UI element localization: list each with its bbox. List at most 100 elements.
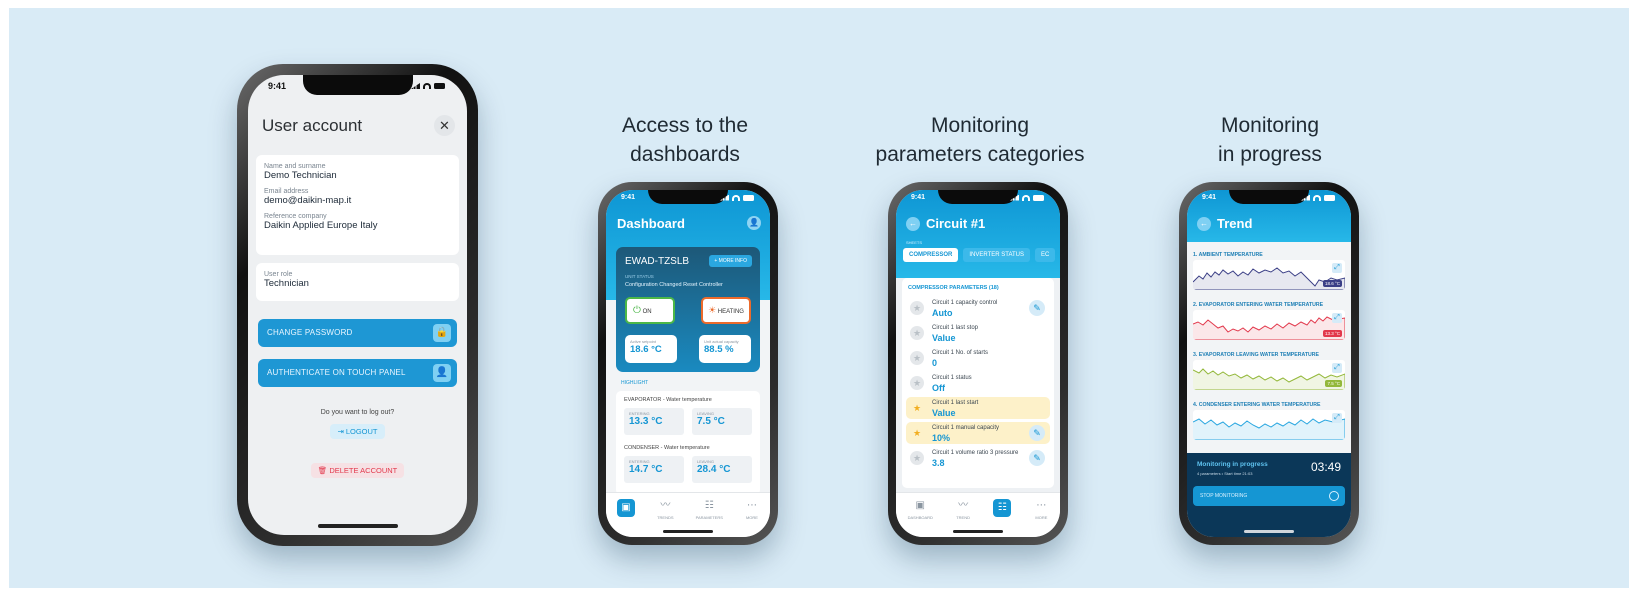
trend-icon: 〰	[660, 500, 671, 511]
param-row-favorite[interactable]: ★ Circuit 1 manual capacity 10% ✎	[906, 422, 1050, 444]
param-row[interactable]: ★ Circuit 1 capacity control Auto ✎	[906, 297, 1050, 319]
battery-icon	[743, 194, 754, 201]
monitoring-timer: 03:49	[1310, 460, 1341, 474]
phone-user-account: 9:41 User account ✕ Name and surname Dem…	[237, 64, 478, 546]
trend-label: 1. AMBIENT TEMPERATURE	[1193, 252, 1263, 258]
param-row[interactable]: ★ Circuit 1 No. of starts 0	[906, 347, 1050, 369]
phone-parameters: 9:41 ← Circuit #1 SHEETS COMPRESSOR INVE…	[888, 182, 1068, 545]
signal-icon	[1010, 194, 1019, 201]
wifi-icon	[423, 83, 431, 89]
trend-label: 2. EVAPORATOR ENTERING WATER TEMPERATURE	[1193, 302, 1324, 308]
trend-chart[interactable]: ⤢ 7.5 °C	[1193, 360, 1345, 390]
caption-monitoring: Monitoring in progress	[1218, 114, 1322, 166]
param-row[interactable]: ★ Circuit 1 last stop Value	[906, 322, 1050, 344]
edit-icon[interactable]: ✎	[1029, 300, 1045, 316]
close-icon[interactable]: ✕	[434, 115, 455, 136]
stop-monitoring-button[interactable]: STOP MONITORING	[1193, 486, 1345, 506]
dashboard-icon: ▣	[915, 500, 925, 511]
caption-dashboards: Access to the dashboards	[621, 114, 749, 166]
star-icon[interactable]: ★	[910, 376, 924, 390]
stop-icon	[1329, 491, 1339, 501]
on-toggle[interactable]: ⏻ ON	[625, 297, 675, 324]
trend-sparkline	[1193, 368, 1345, 390]
logout-question: Do you want to log out?	[320, 409, 395, 416]
trend-value-tag: 7.5 °C	[1325, 380, 1342, 387]
battery-icon	[1324, 194, 1335, 201]
lock-icon: 🔒	[433, 324, 451, 342]
name-value: Demo Technician	[264, 170, 337, 181]
param-row[interactable]: ★ Circuit 1 status Off	[906, 372, 1050, 394]
sun-icon: ☀	[708, 305, 717, 315]
back-arrow-icon[interactable]: ←	[1197, 217, 1211, 231]
nav-parameters[interactable]: ☷	[993, 499, 1012, 519]
condenser-title: CONDENSER - Water temperature	[624, 445, 710, 451]
battery-icon	[434, 83, 445, 89]
trend-chart[interactable]: ⤢ 13.3 °C	[1193, 310, 1345, 340]
unit-status-label: UNIT STATUS	[625, 274, 654, 279]
monitoring-title: Monitoring in progress	[1197, 461, 1268, 468]
company-label: Reference company	[264, 213, 327, 220]
name-label: Name and surname	[264, 163, 326, 170]
param-row[interactable]: ★ Circuit 1 volume ratio 3 pressure 3.8 ✎	[906, 447, 1050, 469]
star-icon[interactable]: ★	[910, 351, 924, 365]
authenticate-touch-panel-button[interactable]: AUTHENTICATE ON TOUCH PANEL 👤	[258, 359, 457, 387]
active-setpoint-tile: Active setpoint 18.6 °C	[625, 335, 677, 363]
back-arrow-icon[interactable]: ←	[906, 217, 920, 231]
signal-icon	[1301, 194, 1310, 201]
wifi-icon	[1313, 194, 1321, 201]
nav-trends[interactable]: 〰 TRENDS	[657, 499, 673, 520]
star-filled-icon[interactable]: ★	[910, 401, 924, 415]
role-card: User role Technician	[256, 263, 459, 301]
heating-toggle[interactable]: ☀ HEATING	[701, 297, 751, 324]
wifi-icon	[732, 194, 740, 201]
tab-inverter-status[interactable]: INVERTER STATUS	[963, 248, 1031, 262]
trend-chart[interactable]: ⤢	[1193, 410, 1345, 440]
highlight-card: EVAPORATOR - Water temperature ENTERING …	[616, 391, 760, 495]
trend-icon: 〰	[958, 500, 969, 511]
more-icon: ⋯	[1036, 500, 1047, 511]
param-row-favorite[interactable]: ★ Circuit 1 last start Value	[906, 397, 1050, 419]
trend-label: 3. EVAPORATOR LEAVING WATER TEMPERATURE	[1193, 352, 1319, 358]
expand-icon[interactable]: ⤢	[1332, 313, 1342, 323]
phone-dashboard: 9:41 Dashboard 👤 EWAD-TZSLB + MORE INFO …	[598, 182, 778, 545]
tab-bar: COMPRESSOR INVERTER STATUS EC	[903, 248, 1056, 262]
trend-label: 4. CONDENSER ENTERING WATER TEMPERATURE	[1193, 402, 1321, 408]
edit-icon[interactable]: ✎	[1029, 450, 1045, 466]
status-time: 9:41	[268, 81, 287, 91]
trend-chart[interactable]: ⤢ 18.6 °C	[1193, 260, 1345, 290]
nav-more[interactable]: ⋯ MORE	[1034, 499, 1048, 520]
page-title: Circuit #1	[926, 216, 986, 231]
nav-trend[interactable]: 〰 TREND	[956, 499, 970, 520]
nav-dashboard[interactable]: ▣ DASHBOARD	[908, 499, 933, 520]
logout-button[interactable]: ⇥ LOGOUT	[330, 424, 385, 439]
change-password-button[interactable]: CHANGE PASSWORD 🔒	[258, 319, 457, 347]
user-icon: 👤	[433, 364, 451, 382]
profile-icon[interactable]: 👤	[747, 216, 761, 230]
company-value: Daikin Applied Europe Italy	[264, 220, 378, 231]
trend-sparkline	[1193, 418, 1345, 440]
nav-dashboard[interactable]: ▣	[617, 499, 636, 519]
expand-icon[interactable]: ⤢	[1332, 363, 1342, 373]
status-time: 9:41	[621, 194, 636, 201]
star-icon[interactable]: ★	[910, 326, 924, 340]
section-title: COMPRESSOR PARAMETERS (18)	[908, 285, 999, 291]
delete-account-button[interactable]: 🗑 DELETE ACCOUNT	[310, 463, 405, 478]
expand-icon[interactable]: ⤢	[1332, 263, 1342, 273]
signal-icon	[720, 194, 729, 201]
evap-entering-tile: ENTERING 13.3 °C	[624, 408, 684, 435]
tab-more[interactable]: EC	[1035, 248, 1056, 262]
trend-value-tag: 18.6 °C	[1322, 280, 1342, 287]
nav-parameters[interactable]: ☷ PARAMETERS	[696, 499, 723, 520]
star-filled-icon[interactable]: ★	[910, 426, 924, 440]
star-icon[interactable]: ★	[910, 301, 924, 315]
edit-icon[interactable]: ✎	[1029, 425, 1045, 441]
more-info-button[interactable]: + MORE INFO	[709, 255, 752, 267]
capacity-tile: Unit actual capacity 88.5 %	[699, 335, 751, 363]
highlight-label: HIGHLIGHT	[621, 380, 649, 386]
evap-leaving-tile: LEAVING 7.5 °C	[692, 408, 752, 435]
star-icon[interactable]: ★	[910, 451, 924, 465]
unit-card: EWAD-TZSLB + MORE INFO UNIT STATUS Confi…	[616, 247, 760, 372]
nav-more[interactable]: ⋯ MORE	[745, 499, 759, 520]
expand-icon[interactable]: ⤢	[1332, 413, 1342, 423]
tab-compressor[interactable]: COMPRESSOR	[903, 248, 959, 262]
